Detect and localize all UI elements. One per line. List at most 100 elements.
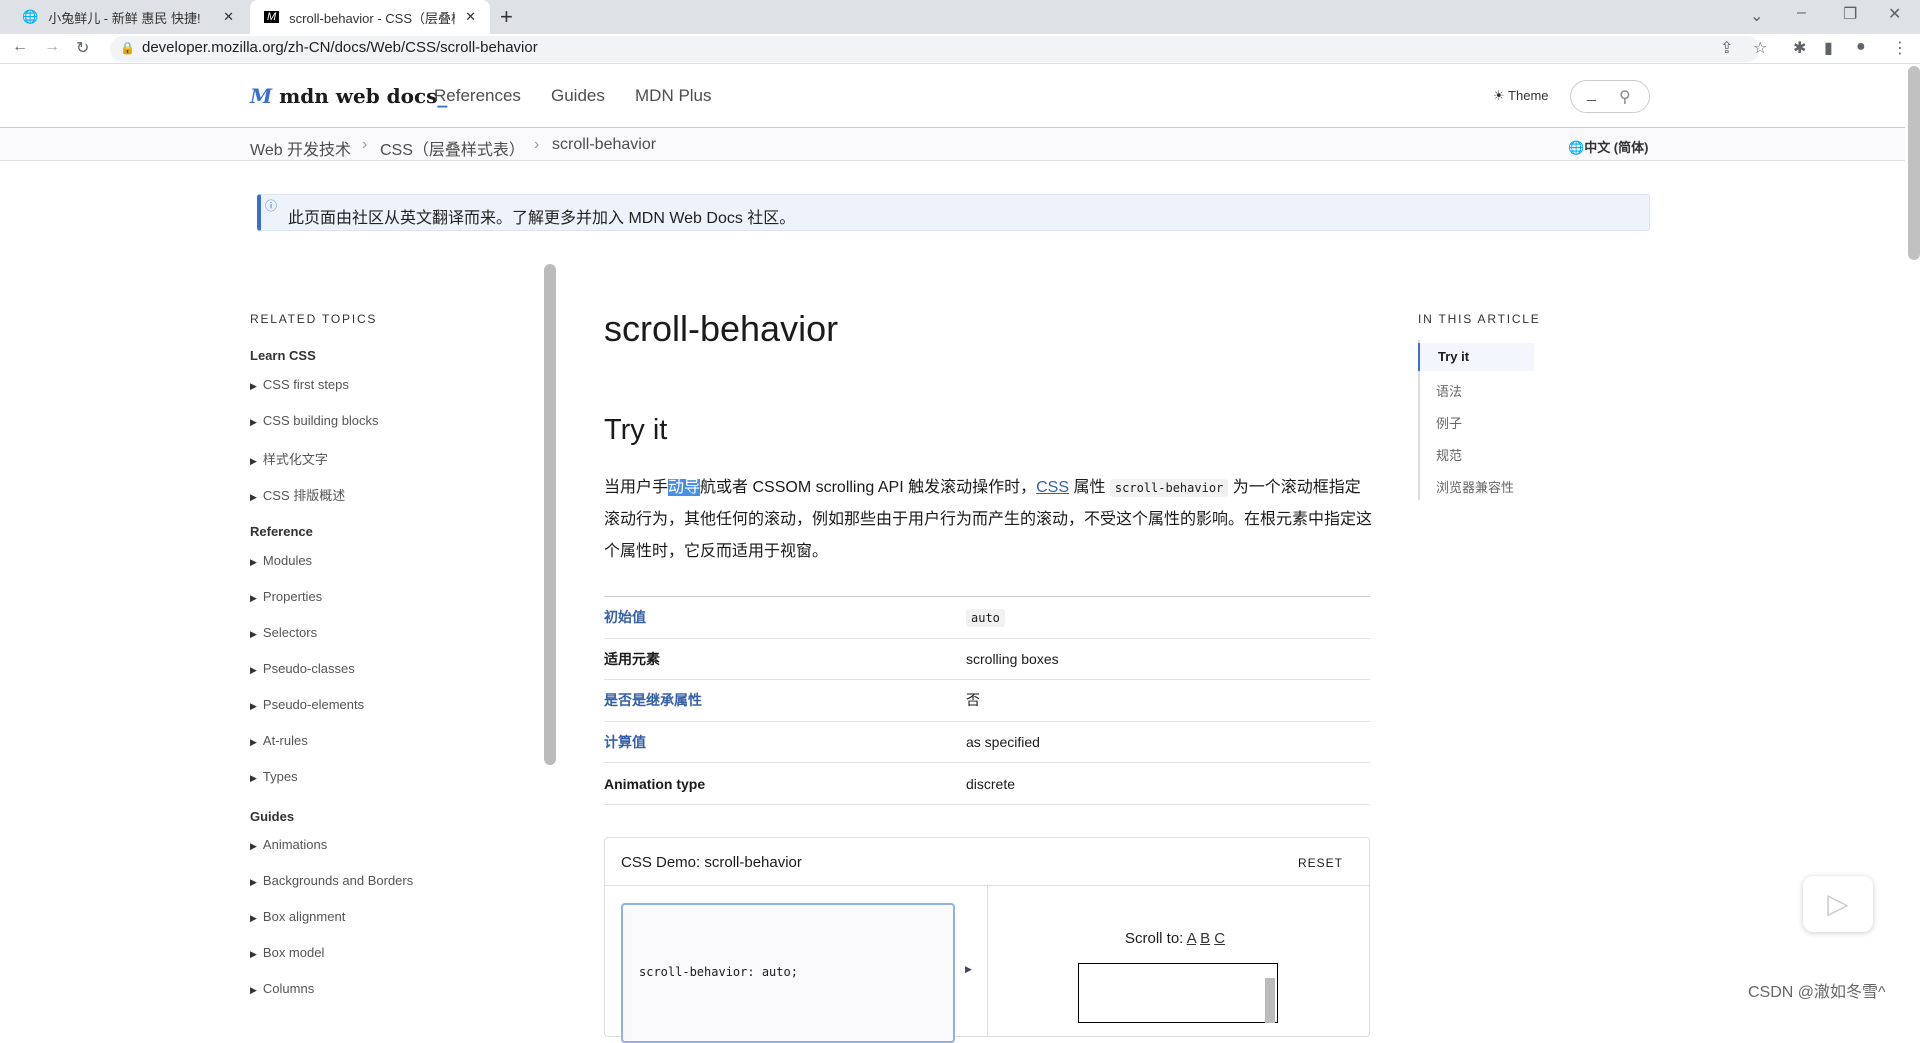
caret-right-icon: ▶ [250, 381, 257, 391]
sidebar-item[interactable]: ▶ Pseudo-elements [250, 697, 364, 712]
url-text[interactable]: developer.mozilla.org/zh-CN/docs/Web/CSS… [142, 39, 538, 56]
profile-icon[interactable]: ● [1856, 38, 1866, 56]
caret-right-icon: ▶ [250, 557, 257, 567]
sidebar-group-label: Guides [250, 809, 295, 824]
property-key: 适用元素 [604, 650, 660, 667]
property-key: Animation type [604, 775, 706, 792]
extensions-icon[interactable]: ✱ [1793, 38, 1806, 58]
interactive-demo: CSS Demo: scroll-behavior RESET scroll-b… [604, 837, 1370, 1043]
page-title: scroll-behavior [604, 308, 839, 349]
theme-button[interactable]: ☀ Theme [1493, 88, 1549, 104]
minimize-icon[interactable]: – [1797, 4, 1806, 22]
forward-icon[interactable]: → [44, 38, 60, 56]
definition-link[interactable]: 是否是继承属性 [604, 692, 702, 708]
toc-item[interactable]: 规范 [1436, 445, 1462, 464]
css-link[interactable]: CSS [1036, 479, 1069, 496]
scroll-target-a[interactable]: A [1187, 930, 1196, 947]
sun-icon: ☀ [1493, 88, 1505, 103]
scroll-target-c[interactable]: C [1214, 930, 1225, 947]
sidebar-item[interactable]: ▶ Backgrounds and Borders [250, 873, 413, 888]
close-icon[interactable]: ✕ [465, 9, 476, 25]
toc-title: IN THIS ARTICLE [1418, 312, 1541, 326]
sidebar-item[interactable]: ▶ 样式化文字 [250, 449, 328, 468]
caret-right-icon: ▶ [250, 877, 257, 887]
side-panel-icon[interactable]: ▮ [1824, 38, 1833, 58]
scroll-container[interactable] [1078, 963, 1278, 1023]
bookmark-star-icon[interactable]: ☆ [1753, 38, 1767, 58]
sidebar-item[interactable]: ▶ Box alignment [250, 909, 345, 924]
toc-item[interactable]: Try it [1418, 343, 1534, 371]
property-key: 计算值 [604, 732, 966, 752]
chevron-right-icon: › [362, 136, 368, 153]
mdn-logo[interactable]: M mdn web docs_ [250, 84, 447, 108]
scroll-target-b[interactable]: B [1200, 930, 1210, 947]
search-icon[interactable]: ⚲ [1619, 87, 1631, 107]
close-icon[interactable]: ✕ [223, 9, 234, 25]
video-play-icon[interactable]: ▷ [1803, 876, 1873, 932]
caret-right-icon: ▶ [250, 456, 257, 466]
new-tab-button[interactable]: + [500, 4, 513, 30]
table-row: 适用元素 scrolling boxes [604, 639, 1370, 681]
page-scrollbar[interactable] [1908, 66, 1920, 260]
caret-right-icon: ▶ [250, 417, 257, 427]
sidebar-item[interactable]: ▶ At-rules [250, 733, 308, 748]
selected-arrow-icon: ▶ [965, 964, 972, 974]
section-heading: Try it [604, 414, 668, 446]
info-icon: ⓘ [265, 199, 278, 213]
watermark: CSDN @澈如冬雪^ [1748, 984, 1886, 1001]
sidebar-item[interactable]: ▶ CSS first steps [250, 377, 349, 392]
property-value: scrolling boxes [966, 650, 1059, 667]
sidebar-item[interactable]: ▶ Selectors [250, 625, 317, 640]
close-window-icon[interactable]: ✕ [1888, 4, 1901, 24]
formal-definition-table: 初始值 auto 适用元素 scrolling boxes 是否是继承属性 否计算值 as … [604, 596, 1370, 805]
property-key: 是否是继承属性 [604, 690, 966, 710]
search-input[interactable]: _ ⚲ [1570, 80, 1650, 113]
sidebar-item[interactable]: ▶ Box model [250, 945, 324, 960]
property-value: as specified [966, 734, 1040, 751]
table-row: Animation type discrete [604, 763, 1370, 805]
tab-active[interactable]: Mscroll-behavior - CSS（层叠样式表）✕ [250, 0, 490, 34]
toc-item[interactable]: 语法 [1436, 381, 1462, 400]
maximize-icon[interactable]: ❐ [1843, 4, 1857, 24]
caret-right-icon: ▶ [250, 492, 257, 502]
sidebar-item[interactable]: ▶ CSS 排版概述 [250, 485, 345, 504]
tab-search-icon[interactable]: ⌄ [1750, 6, 1763, 26]
caret-right-icon: ▶ [250, 665, 257, 675]
sidebar-item[interactable]: ▶ Properties [250, 589, 322, 604]
caret-right-icon: ▶ [250, 949, 257, 959]
nav-references[interactable]: References [434, 86, 521, 106]
code-option[interactable]: scroll-behavior: auto; [621, 903, 955, 1043]
tab-inactive[interactable]: 🌐 小兔鲜儿 - 新鲜 惠民 快捷! ✕ [8, 0, 248, 34]
reload-icon[interactable]: ↻ [76, 38, 89, 58]
definition-link[interactable]: 初始值 [604, 609, 646, 625]
sidebar-item[interactable]: ▶ Modules [250, 553, 312, 568]
share-icon[interactable]: ⇪ [1720, 38, 1733, 58]
definition-link[interactable]: 计算值 [604, 734, 646, 750]
breadcrumb-item[interactable]: Web 开发技术 [250, 136, 351, 160]
sidebar-scrollbar[interactable] [544, 264, 556, 765]
sidebar-item[interactable]: ▶ Pseudo-classes [250, 661, 355, 676]
language-switcher[interactable]: 🌐中文 (简体) [1568, 137, 1648, 156]
toc-item[interactable]: 例子 [1436, 413, 1462, 432]
back-icon[interactable]: ← [12, 38, 28, 56]
breadcrumb-item[interactable]: scroll-behavior [552, 136, 656, 154]
caret-right-icon: ▶ [250, 701, 257, 711]
sidebar-item[interactable]: ▶ Animations [250, 837, 327, 852]
scrollbar-thumb[interactable] [1265, 978, 1275, 1023]
breadcrumb-item[interactable]: CSS（层叠样式表） [380, 136, 525, 160]
reset-button[interactable]: RESET [1298, 856, 1343, 870]
menu-icon[interactable]: ⋮ [1892, 38, 1908, 58]
toc-item[interactable]: 浏览器兼容性 [1436, 477, 1514, 496]
translation-notice: ⓘ 此页面由社区从英文翻译而来。了解更多并加入 MDN Web Docs 社区。 [257, 194, 1650, 231]
property-key: 初始值 [604, 607, 966, 627]
nav-guides[interactable]: Guides [551, 86, 605, 106]
sidebar-item[interactable]: ▶ Types [250, 769, 298, 784]
demo-title: CSS Demo: scroll-behavior [621, 854, 802, 871]
scroll-to-label: Scroll to: A B C [1125, 930, 1226, 947]
sidebar-item[interactable]: ▶ Columns [250, 981, 314, 996]
globe-icon: 🌐 [22, 9, 39, 24]
nav-mdn-plus[interactable]: MDN Plus [635, 86, 712, 106]
sidebar-item[interactable]: ▶ CSS building blocks [250, 413, 379, 428]
sidebar-group-label: Learn CSS [250, 348, 316, 363]
property-value: 否 [966, 692, 980, 709]
